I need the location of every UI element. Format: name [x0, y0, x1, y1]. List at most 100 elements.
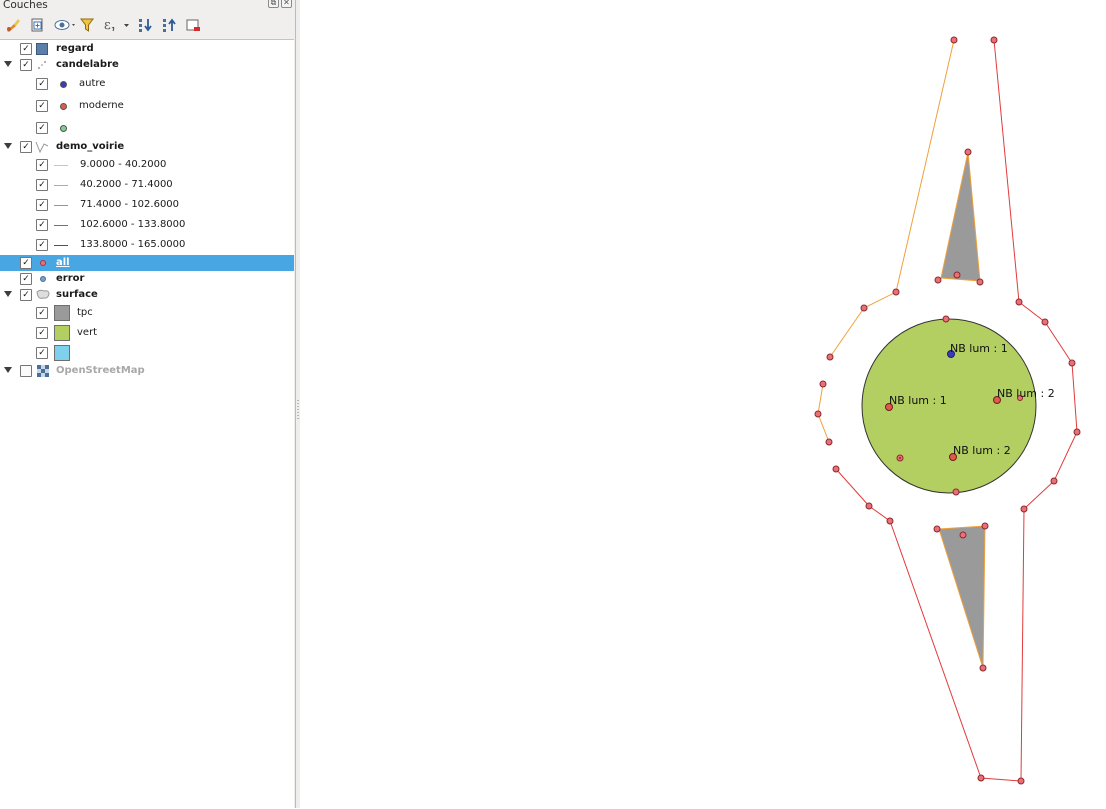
panel-title: Couches — [3, 0, 48, 11]
legend-symbol-dot — [56, 77, 70, 91]
legend-label: 40.2000 - 71.4000 — [80, 179, 173, 190]
splitter-grip[interactable] — [297, 400, 299, 420]
layers-panel: Couches ⧉ ✕ ε ✓ regard ✓ candelabre ✓ au… — [0, 0, 296, 809]
styling-brush-icon[interactable] — [4, 16, 22, 34]
raster-layer-icon — [36, 364, 50, 378]
float-panel-button[interactable]: ⧉ — [268, 0, 279, 8]
legend-item-autre[interactable]: ✓ autre — [0, 76, 294, 92]
layer-label: all — [56, 257, 70, 268]
legend-item-class-4[interactable]: ✓ 102.6000 - 133.8000 — [0, 217, 294, 233]
legend-label: 102.6000 - 133.8000 — [80, 219, 186, 230]
layer-checkbox[interactable]: ✓ — [20, 59, 32, 71]
legend-label: moderne — [79, 100, 124, 111]
legend-symbol-dot — [56, 121, 70, 135]
legend-checkbox[interactable]: ✓ — [36, 307, 48, 319]
legend-symbol-dot — [56, 99, 70, 113]
legend-item-other[interactable]: ✓ — [0, 120, 294, 136]
legend-item-other-fill[interactable]: ✓ — [0, 345, 294, 361]
expand-chevron-icon[interactable] — [4, 367, 12, 373]
layer-label: error — [56, 273, 85, 284]
legend-checkbox[interactable]: ✓ — [36, 122, 48, 134]
legend-symbol-line — [54, 218, 68, 232]
collapse-all-icon[interactable] — [160, 16, 178, 34]
tpc-triangle-south[interactable] — [938, 525, 986, 669]
layer-checkbox[interactable]: ✓ — [20, 43, 32, 55]
add-group-icon[interactable] — [28, 16, 46, 34]
legend-symbol-fill — [53, 304, 71, 322]
legend-label: 71.4000 - 102.6000 — [80, 199, 180, 210]
road-orange-north[interactable] — [829, 39, 955, 358]
nb-lum-label: NB lum : 2 — [953, 444, 1011, 457]
legend-symbol-line — [54, 178, 68, 192]
svg-text:ε: ε — [104, 18, 111, 33]
legend-item-class-3[interactable]: ✓ 71.4000 - 102.6000 — [0, 197, 294, 213]
legend-checkbox[interactable]: ✓ — [36, 327, 48, 339]
legend-label: 9.0000 - 40.2000 — [80, 159, 167, 170]
layers-toolbar: ε — [0, 13, 294, 37]
map-canvas[interactable]: NB lum : 1 NB lum : 1 NB lum : 2 NB lum … — [300, 0, 1106, 808]
eye-visibility-icon[interactable] — [52, 16, 78, 34]
layer-row-all[interactable]: ✓ all — [0, 255, 294, 271]
expand-chevron-icon[interactable] — [4, 291, 12, 297]
legend-item-class-5[interactable]: ✓ 133.8000 - 165.0000 — [0, 237, 294, 253]
legend-label: autre — [79, 78, 106, 89]
legend-label: vert — [77, 327, 98, 338]
legend-checkbox[interactable]: ✓ — [36, 219, 48, 231]
legend-checkbox[interactable]: ✓ — [36, 100, 48, 112]
filter-funnel-icon[interactable] — [78, 16, 96, 34]
layer-checkbox[interactable]: ✓ — [20, 289, 32, 301]
legend-checkbox[interactable]: ✓ — [36, 179, 48, 191]
layer-row-openstreetmap[interactable]: OpenStreetMap — [0, 363, 294, 379]
legend-label: tpc — [77, 307, 93, 318]
legend-symbol-fill — [53, 344, 71, 362]
expression-filter-icon[interactable]: ε — [102, 16, 132, 34]
layer-label: surface — [56, 289, 98, 300]
legend-item-class-1[interactable]: ✓ 9.0000 - 40.2000 — [0, 157, 294, 173]
layer-label: demo_voirie — [56, 141, 125, 152]
tpc-triangle-north[interactable] — [940, 151, 981, 282]
nb-lum-label: NB lum : 1 — [889, 394, 947, 407]
layer-checkbox[interactable] — [20, 365, 32, 377]
layer-checkbox[interactable]: ✓ — [20, 273, 32, 285]
layer-row-surface[interactable]: ✓ surface — [0, 287, 294, 303]
layer-row-regard[interactable]: ✓ regard — [0, 41, 294, 57]
line-layer-icon — [35, 140, 49, 154]
layer-tree: ✓ regard ✓ candelabre ✓ autre ✓ moderne … — [0, 39, 294, 809]
expand-all-icon[interactable] — [136, 16, 154, 34]
expand-chevron-icon[interactable] — [4, 143, 12, 149]
legend-symbol-line — [54, 238, 68, 252]
legend-label: 133.8000 - 165.0000 — [80, 239, 186, 250]
expand-chevron-icon[interactable] — [4, 61, 12, 67]
panel-window-controls: ⧉ ✕ — [268, 0, 292, 8]
layer-checkbox[interactable]: ✓ — [20, 257, 32, 269]
legend-item-vert[interactable]: ✓ vert — [0, 325, 294, 341]
point-layer-icon — [36, 272, 50, 286]
legend-symbol-line — [54, 158, 68, 172]
legend-symbol-line — [54, 198, 68, 212]
legend-item-tpc[interactable]: ✓ tpc — [0, 305, 294, 321]
layer-checkbox[interactable]: ✓ — [20, 141, 32, 153]
legend-checkbox[interactable]: ✓ — [36, 199, 48, 211]
polygon-layer-icon — [36, 288, 50, 302]
layer-label: OpenStreetMap — [56, 365, 145, 376]
legend-checkbox[interactable]: ✓ — [36, 239, 48, 251]
legend-checkbox[interactable]: ✓ — [36, 347, 48, 359]
layer-row-error[interactable]: ✓ error — [0, 271, 294, 287]
legend-item-class-2[interactable]: ✓ 40.2000 - 71.4000 — [0, 177, 294, 193]
legend-symbol-fill — [53, 324, 71, 342]
layer-label: regard — [56, 43, 94, 54]
map-drawing[interactable]: NB lum : 1 NB lum : 1 NB lum : 2 NB lum … — [300, 0, 1106, 808]
point-layer-icon — [36, 256, 50, 270]
point-layer-icon — [35, 58, 49, 72]
layer-row-demo-voirie[interactable]: ✓ demo_voirie — [0, 139, 294, 155]
layer-row-candelabre[interactable]: ✓ candelabre — [0, 57, 294, 73]
layer-label: candelabre — [56, 59, 119, 70]
legend-item-moderne[interactable]: ✓ moderne — [0, 98, 294, 114]
nb-lum-label: NB lum : 1 — [950, 342, 1008, 355]
legend-checkbox[interactable]: ✓ — [36, 78, 48, 90]
close-panel-button[interactable]: ✕ — [281, 0, 292, 8]
legend-checkbox[interactable]: ✓ — [36, 159, 48, 171]
polygon-layer-icon — [35, 42, 49, 56]
remove-layer-icon[interactable] — [184, 16, 202, 34]
nb-lum-label: NB lum : 2 — [997, 387, 1055, 400]
